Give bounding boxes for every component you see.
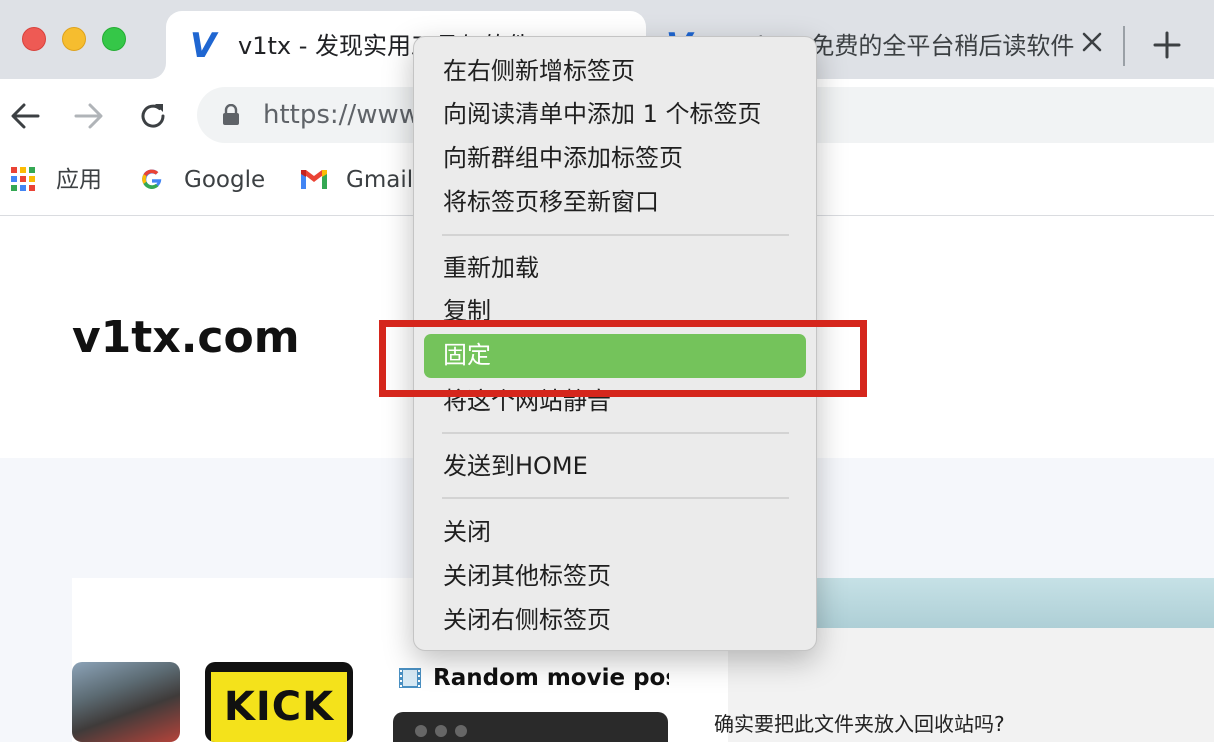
banner-image (816, 578, 1214, 628)
google-icon (142, 169, 162, 189)
gmail-icon (301, 170, 327, 189)
zoom-window-button[interactable] (102, 27, 126, 51)
movie-poster-image[interactable] (72, 662, 180, 742)
close-window-button[interactable] (22, 27, 46, 51)
menu-item-close-others[interactable]: 关闭其他标签页 (443, 561, 611, 591)
movie-poster-image[interactable]: KICK (205, 662, 353, 742)
menu-item-close[interactable]: 关闭 (443, 517, 491, 547)
lock-icon (223, 104, 239, 125)
reload-icon[interactable] (136, 99, 170, 133)
window-mockup (393, 712, 668, 742)
arrow-left-icon[interactable] (8, 99, 42, 133)
tab-divider (1123, 26, 1125, 66)
menu-item-add-to-reading-list[interactable]: 向阅读清单中添加 1 个标签页 (443, 99, 762, 129)
bookmark-gmail[interactable]: Gmail (346, 165, 413, 195)
menu-item-reload[interactable]: 重新加载 (443, 253, 539, 283)
menu-separator (442, 234, 789, 236)
apps-grid-icon[interactable] (11, 167, 35, 191)
dialog-text: 确实要把此文件夹放入回收站吗? (714, 712, 1005, 736)
minimize-window-button[interactable] (62, 27, 86, 51)
v1tx-favicon-icon: V (190, 26, 217, 66)
bookmark-google[interactable]: Google (184, 165, 265, 195)
bookmark-apps[interactable]: 应用 (56, 165, 102, 195)
new-tab-plus-icon[interactable] (1152, 30, 1182, 60)
site-logo[interactable]: v1tx.com (72, 312, 300, 363)
card-title: Random movie post (433, 665, 669, 691)
menu-separator (442, 432, 789, 434)
arrow-right-icon[interactable] (72, 99, 106, 133)
menu-separator (442, 497, 789, 499)
menu-item-close-right[interactable]: 关闭右侧标签页 (443, 605, 611, 635)
menu-item-new-tab-right[interactable]: 在右侧新增标签页 (443, 56, 635, 86)
menu-item-move-to-new-window[interactable]: 将标签页移至新窗口 (443, 187, 659, 217)
close-tab-icon[interactable] (1080, 30, 1104, 54)
url-text: https://www (263, 100, 420, 130)
menu-item-add-to-new-group[interactable]: 向新群组中添加标签页 (443, 143, 683, 173)
poster-title: KICK (211, 672, 347, 742)
annotation-highlight-box (379, 320, 867, 397)
film-icon (399, 668, 421, 688)
menu-item-send-to-device[interactable]: 发送到HOME (443, 451, 588, 481)
